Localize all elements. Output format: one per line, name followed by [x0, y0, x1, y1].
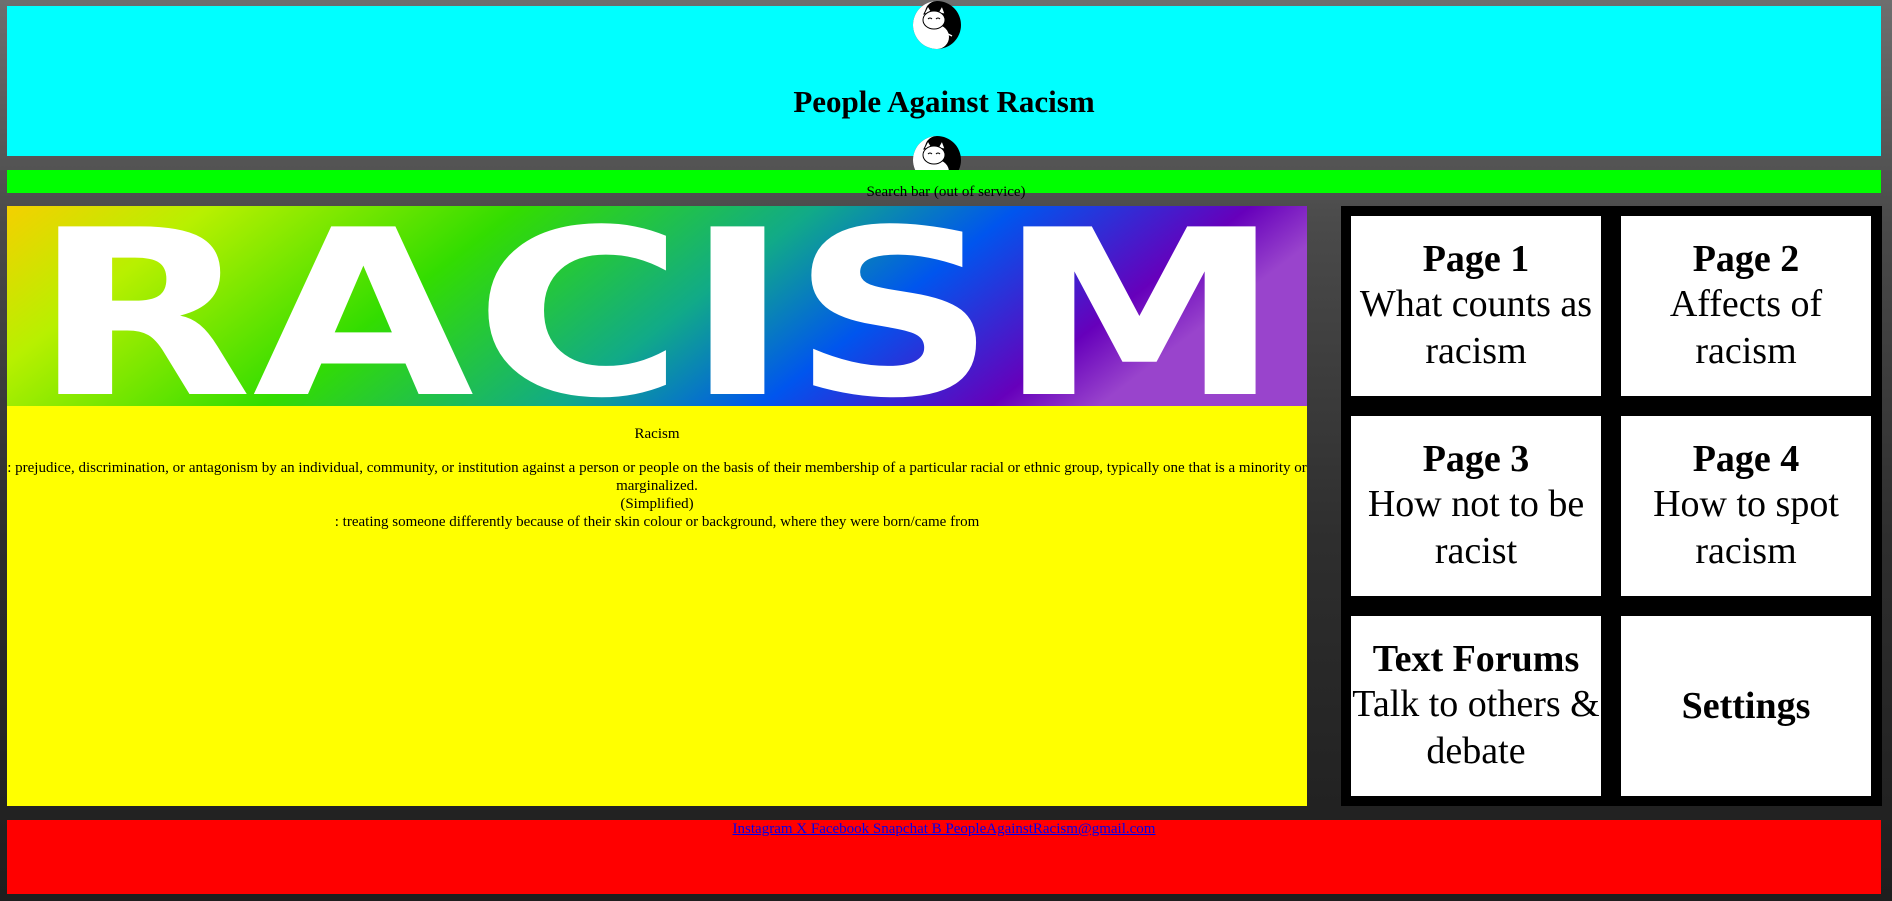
- tile-description: Talk to others & debate: [1352, 683, 1600, 772]
- definition-section: Racism : prejudice, discrimination, or a…: [7, 406, 1307, 806]
- nav-tile-settings[interactable]: Settings: [1621, 616, 1871, 796]
- navigation-panel: Page 1 What counts as racism Page 2 Affe…: [1341, 206, 1882, 806]
- search-bar-label: Search bar (out of service): [866, 184, 1026, 200]
- tile-title: Text Forums: [1372, 638, 1580, 680]
- nav-tile-page-1[interactable]: Page 1 What counts as racism: [1351, 216, 1601, 396]
- nav-tile-page-3[interactable]: Page 3 How not to be racist: [1351, 416, 1601, 596]
- site-title: People Against Racism: [793, 84, 1095, 119]
- definition-text: : prejudice, discrimination, or antagoni…: [7, 459, 1307, 531]
- cat-logo-icon-secondary: [912, 135, 962, 170]
- definition-simplified: : treating someone differently because o…: [334, 514, 980, 530]
- definition-full: : prejudice, discrimination, or antagoni…: [7, 460, 1307, 494]
- tile-title: Page 3: [1422, 438, 1530, 480]
- definition-title: Racism: [634, 426, 680, 442]
- nav-tile-page-2[interactable]: Page 2 Affects of racism: [1621, 216, 1871, 396]
- site-footer: Instagram X Facebook Snapchat B PeopleAg…: [7, 820, 1881, 894]
- definition-simplified-label: (Simplified): [620, 496, 694, 512]
- cat-logo-icon[interactable]: [912, 0, 962, 50]
- banner-text: RACISM: [32, 206, 1282, 406]
- tile-title: Page 4: [1692, 438, 1800, 480]
- tile-description: How not to be racist: [1367, 483, 1585, 572]
- footer-social-links[interactable]: Instagram X Facebook Snapchat B PeopleAg…: [733, 820, 1156, 838]
- tile-title: Page 2: [1692, 238, 1800, 280]
- nav-tile-text-forums[interactable]: Text Forums Talk to others & debate: [1351, 616, 1601, 796]
- tile-description: What counts as racism: [1359, 283, 1593, 372]
- nav-tile-page-4[interactable]: Page 4 How to spot racism: [1621, 416, 1871, 596]
- racism-banner-image: RACISM: [7, 206, 1307, 406]
- tile-title: Settings: [1681, 685, 1811, 727]
- tile-title: Page 1: [1422, 238, 1530, 280]
- tile-description: How to spot racism: [1653, 483, 1839, 572]
- tile-description: Affects of racism: [1669, 283, 1823, 372]
